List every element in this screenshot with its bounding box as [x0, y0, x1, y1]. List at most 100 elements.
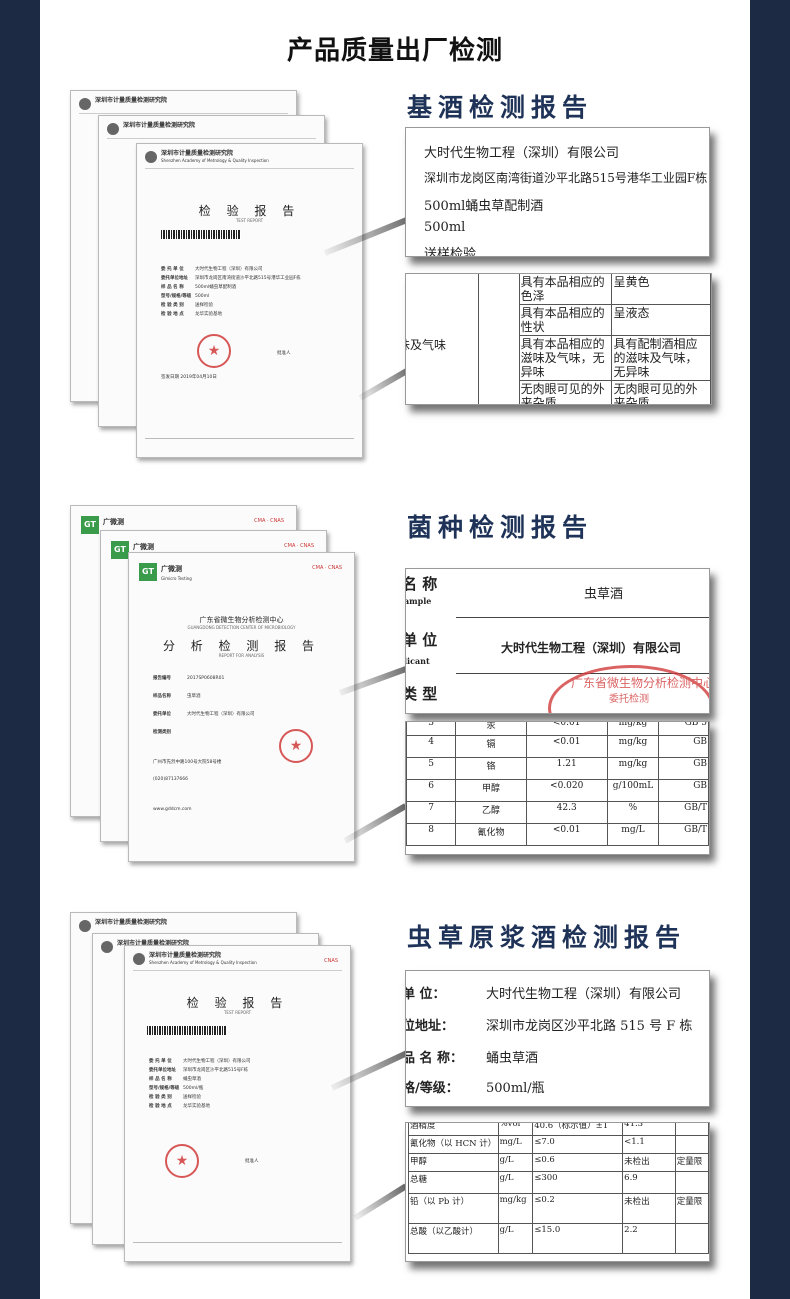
zoom-client-info: 大时代生物工程（深圳）有限公司 深圳市龙岗区南湾街道沙平北路515号港华工业园F…: [405, 127, 710, 257]
sheet-row: 样品名称 虫草酒: [153, 694, 201, 699]
zoom-label: 名 称: [405, 575, 438, 593]
sheet-row: 委 托 单 位大时代生物工程（深圳）有限公司: [149, 1059, 251, 1064]
table-row: 氰化物（以 HCN 计） mg/L ≤7.0 <1.1: [408, 1135, 709, 1154]
institute-logo-icon: [79, 98, 91, 110]
gimicro-logo-icon: GT: [111, 541, 129, 559]
sheet-address: 广州市先烈中路100号大院58号楼: [153, 760, 222, 765]
institute-logo-icon: [107, 123, 119, 135]
cert-marks: CMA · CNAS: [284, 543, 314, 549]
zoom-sensory-table: 味及气味 具有本品相应的色泽呈黄色 具有本品相应的性状呈液态 具有本品相应的滋味…: [405, 273, 712, 405]
sheet-web: www.gddcm.com: [153, 807, 192, 812]
sheet-row: 型号/规格/等级 500ml/瓶: [149, 1086, 204, 1091]
zoom-label: 单 位：: [405, 987, 446, 1002]
table-row: 甲醇 g/L ≤0.6 未检出 定量限: [408, 1153, 709, 1172]
table-row: 总糖 g/L ≤300 6.9: [408, 1171, 709, 1194]
sheet-row: 样 品 名 称 500ml蛹虫草配制酒: [161, 285, 237, 290]
sheet-row: 检 验 地 点龙华实验基地: [149, 1104, 210, 1109]
table-row: 总酸（以乙酸计） g/L ≤15.0 2.2: [408, 1223, 709, 1254]
sheet-subtitle: TEST REPORT: [223, 1010, 252, 1015]
zoom-value: 虫草酒: [584, 587, 624, 602]
sheet-org: 深圳市计量质量检测研究院: [123, 122, 196, 129]
sheet-footer: [145, 438, 354, 449]
zoom-line: 500ml: [424, 220, 466, 235]
institute-logo-icon: [101, 941, 113, 953]
sheet-center: 广东省微生物分析检测中心: [199, 616, 284, 624]
table-row: 具有本品相应的色泽 呈黄色: [478, 274, 711, 404]
barcode: [161, 230, 241, 239]
table-row: 铅（以 Pb 计） mg/kg ≤0.2 未检出 定量限: [408, 1193, 709, 1224]
table-row: 3 汞 <0.01 mg/kg GB 5: [406, 722, 709, 736]
sheet-title: 检 验 报 告: [186, 996, 289, 1010]
cert-marks: CMA · CNAS: [254, 518, 284, 524]
zoom-client-info: 单 位： 大时代生物工程（深圳）有限公司 位地址： 深圳市龙岗区沙平北路 515…: [405, 970, 710, 1107]
sheet-org: 深圳市计量质量检测研究院: [95, 97, 168, 104]
zoom-value: 500ml/瓶: [486, 1081, 545, 1096]
sheet-row: 报告编号 2017SP0608R01: [153, 676, 225, 681]
zoom-heavy-metal-table: 3 汞 <0.01 mg/kg GB 5 4 镉 <0.01 mg/kg GB 5 铬 1.21 mg…: [405, 721, 710, 855]
sheet-row: 委托单位地址 深圳市龙岗区南湾街道沙平北路515号港华工业园F栋: [161, 276, 301, 281]
page-title: 产品质量出厂检测: [286, 36, 503, 66]
sheet-footer: [133, 1242, 342, 1253]
sheet-approver: 批准人: [245, 1159, 259, 1164]
table-row: 6 甲醇 <0.020 g/100mL GB: [406, 779, 709, 802]
sheet-row: 检 验 地 点龙华实验基地: [161, 312, 222, 317]
table-row: 7 乙醇 42.3% GB/T: [406, 801, 709, 824]
cert-marks: CMA · CNAS: [312, 565, 342, 571]
cert-marks: CNAS: [324, 958, 338, 964]
sheet-subtitle: REPORT FOR ANALYSIS: [218, 653, 265, 658]
zoom-row-label: 味及气味: [406, 338, 447, 352]
heavy-metal-table: 3 汞 <0.01 mg/kg GB 5 4 镉 <0.01 mg/kg GB 5 铬 1.21 mg…: [406, 722, 709, 846]
zoom-value: 大时代生物工程（深圳）有限公司: [486, 987, 682, 1002]
zoom-label-en: ample: [405, 596, 432, 606]
table-row: 酒精度 %vol 40.6（标示值）±1 41.3: [408, 1123, 709, 1136]
report-sheet-front: 深圳市计量质量检测研究院 Shenzhen Academy of Metrolog…: [124, 945, 351, 1262]
official-seal-icon: ★: [165, 1144, 199, 1178]
barcode: [147, 1026, 227, 1035]
section-title-strain: 菌种检测报告: [407, 513, 594, 542]
sheet-title: 检 验 报 告: [198, 204, 301, 218]
section-title-raw-liquor: 虫草原浆酒检测报告: [407, 923, 687, 952]
sheet-org: 广微测: [133, 543, 154, 551]
sheet-row: 委托单位地址 深圳市龙岗区沙平北路515号F栋: [149, 1068, 249, 1073]
sheet-center-en: GUANGDONG DETECTION CENTER OF MICROBIOLO…: [187, 625, 296, 630]
zoom-sample-info: 名 称 ample 虫草酒 单 位 licant 大时代生物工程（深圳）有限公司…: [405, 568, 710, 714]
sheet-date: 签发日期 2019年04月10日: [161, 375, 217, 380]
table-row: 8 氰化物 <0.01 mg/L GB/T: [406, 823, 709, 846]
sheet-phone: (020)87137666: [153, 777, 189, 782]
zoom-label-en: licant: [405, 656, 430, 666]
official-seal-icon: ★: [197, 334, 231, 368]
sheet-row: 检 验 类 别送样检验: [161, 303, 213, 308]
institute-logo-icon: [79, 920, 91, 932]
report-sheet-front: GT 广微测 Gimicro Testing CMA · CNAS 广东省微生物分…: [128, 552, 355, 862]
sensory-table: 具有本品相应的色泽 呈黄色 具有本品相应的性状 呈液态 具有本品相应的滋味及气味，无…: [478, 274, 711, 404]
zoom-line: 深圳市龙岗区南湾街道沙平北路515号港华工业园F栋: [424, 171, 708, 185]
sheet-row: 检 验 类 别送样检验: [149, 1095, 201, 1100]
gimicro-logo-icon: GT: [139, 563, 157, 581]
zoom-pointer: [353, 1183, 408, 1221]
sheet-row: 委托单位 大时代生物工程（深圳）有限公司: [153, 712, 255, 717]
report-sheet-front: 深圳市计量质量检测研究院 Shenzhen Academy of Metrolog…: [136, 143, 363, 458]
table-row: 5 铬 1.21 mg/kg GB: [406, 757, 709, 780]
zoom-label: 品 名 称：: [405, 1051, 464, 1066]
zoom-label: 类 型: [405, 685, 438, 703]
institute-logo-icon: [145, 151, 157, 163]
sheet-row: 委 托 单 位大时代生物工程（深圳）有限公司: [161, 267, 263, 272]
table-row: 4 镉 <0.01 mg/kg GB: [406, 735, 709, 758]
sheet-row: 型号/规格/等级 500ml: [161, 294, 210, 299]
zoom-label: 格/等级：: [405, 1081, 459, 1096]
sheet-row: 样 品 名 称蛹虫草酒: [149, 1077, 201, 1082]
content-panel: 产品质量出厂检测 基酒检测报告 深圳市计量质量检测研究院 深圳市计量质量检测研究…: [40, 0, 750, 1299]
zoom-indicator-table: 酒精度 %vol 40.6（标示值）±1 41.3 氰化物（以 HCN 计） mg/L ≤…: [405, 1122, 710, 1262]
sheet-org: 广微测 Gimicro Testing: [161, 565, 192, 581]
sheet-org: 深圳市计量质量检测研究院 Shenzhen Academy of Metrolog…: [161, 150, 269, 163]
sheet-org: 深圳市计量质量检测研究院 Shenzhen Academy of Metrolog…: [149, 952, 257, 965]
section-title-base-liquor: 基酒检测报告: [407, 93, 594, 122]
zoom-label: 位地址：: [405, 1019, 455, 1034]
sheet-subtitle: TEST REPORT: [235, 218, 264, 223]
sheet-org: 广微测: [103, 518, 124, 526]
zoom-label: 单 位: [405, 631, 438, 649]
zoom-line: 送样检验: [424, 247, 477, 257]
official-seal-icon: ★: [279, 729, 313, 763]
gimicro-logo-icon: GT: [81, 516, 99, 534]
sheet-org: 深圳市计量质量检测研究院: [95, 919, 168, 926]
